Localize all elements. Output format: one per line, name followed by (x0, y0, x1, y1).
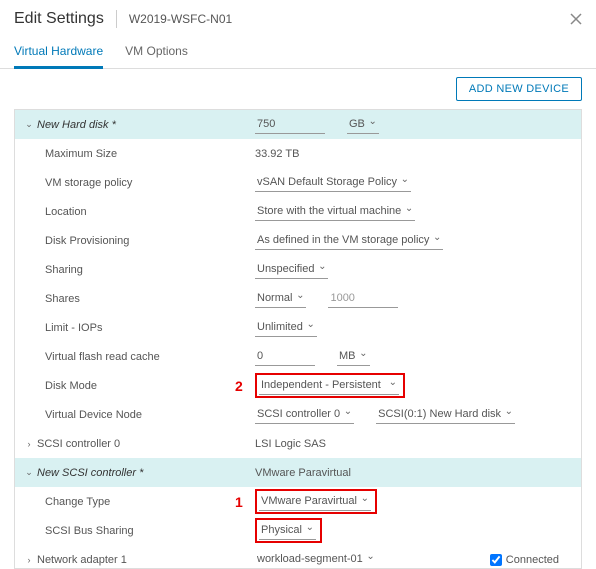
label: SCSI Bus Sharing (45, 525, 134, 537)
row-shares: Shares Normal (15, 284, 581, 313)
section-new-hard-disk[interactable]: ⌄ New Hard disk * GB (15, 110, 581, 139)
value: LSI Logic SAS (255, 438, 326, 450)
row-location: Location Store with the virtual machine (15, 197, 581, 226)
section-label: New SCSI controller * (37, 467, 143, 479)
section-label: New Hard disk * (37, 119, 116, 131)
disk-provisioning-select[interactable]: As defined in the VM storage policy (255, 231, 443, 250)
vfrc-unit-select[interactable]: MB (337, 347, 370, 366)
location-select[interactable]: Store with the virtual machine (255, 202, 415, 221)
label: Location (45, 206, 87, 218)
highlight-change-type: VMware Paravirtual (255, 489, 377, 514)
row-disk-provisioning: Disk Provisioning As defined in the VM s… (15, 226, 581, 255)
chevron-down-icon[interactable]: ⌄ (25, 467, 33, 478)
row-virtual-device-node: Virtual Device Node SCSI controller 0 SC… (15, 400, 581, 429)
row-vm-storage-policy: VM storage policy vSAN Default Storage P… (15, 168, 581, 197)
row-change-type: Change Type 1 VMware Paravirtual (15, 487, 581, 516)
sharing-select[interactable]: Unspecified (255, 260, 328, 279)
annotation-2: 2 (235, 378, 243, 394)
chevron-down-icon[interactable]: ⌄ (25, 119, 33, 130)
change-type-select[interactable]: VMware Paravirtual (259, 492, 371, 511)
row-network-adapter-1[interactable]: › Network adapter 1 workload-segment-01 … (15, 545, 581, 569)
row-sharing: Sharing Unspecified (15, 255, 581, 284)
vdn-disk-select[interactable]: SCSI(0:1) New Hard disk (376, 405, 515, 424)
value: VMware Paravirtual (255, 467, 351, 479)
label: SCSI controller 0 (37, 438, 120, 450)
row-max-size: Maximum Size 33.92 TB (15, 139, 581, 168)
shares-value-input[interactable] (328, 289, 398, 308)
row-scsi-bus-sharing: SCSI Bus Sharing Physical (15, 516, 581, 545)
label: Maximum Size (45, 148, 117, 160)
label: Sharing (45, 264, 83, 276)
disk-size-input[interactable] (255, 115, 325, 134)
label: Virtual flash read cache (45, 351, 160, 363)
network-adapter-select[interactable]: workload-segment-01 (255, 550, 377, 569)
checkbox-label: Connected (506, 554, 559, 566)
section-new-scsi-controller[interactable]: ⌄ New SCSI controller * VMware Paravirtu… (15, 458, 581, 487)
highlight-bus-sharing: Physical (255, 518, 322, 543)
toolbar: ADD NEW DEVICE (0, 69, 596, 109)
edit-settings-dialog: Edit Settings W2019-WSFC-N01 Virtual Har… (0, 0, 596, 567)
dialog-title: Edit Settings (14, 10, 104, 28)
label: Network adapter 1 (37, 554, 127, 566)
disk-size-unit-select[interactable]: GB (347, 115, 379, 134)
annotation-1: 1 (235, 494, 243, 510)
limit-iops-select[interactable]: Unlimited (255, 318, 317, 337)
row-scsi-controller-0[interactable]: › SCSI controller 0 LSI Logic SAS (15, 429, 581, 458)
net-connected-checkbox[interactable]: Connected (490, 554, 559, 566)
label: Shares (45, 293, 80, 305)
settings-panel[interactable]: ⌄ New Hard disk * GB Maximum Size 33.92 … (14, 109, 582, 569)
disk-mode-select[interactable]: Independent - Persistent (259, 376, 399, 395)
value: 33.92 TB (255, 148, 299, 160)
header-divider (116, 10, 117, 28)
row-limit-iops: Limit - IOPs Unlimited (15, 313, 581, 342)
chevron-right-icon[interactable]: › (25, 439, 33, 449)
row-vfrc: Virtual flash read cache MB (15, 342, 581, 371)
label: Disk Mode (45, 380, 97, 392)
dialog-header: Edit Settings W2019-WSFC-N01 (0, 0, 596, 32)
bus-sharing-select[interactable]: Physical (259, 521, 316, 540)
shares-select[interactable]: Normal (255, 289, 306, 308)
tab-virtual-hardware[interactable]: Virtual Hardware (14, 38, 103, 69)
vm-storage-policy-select[interactable]: vSAN Default Storage Policy (255, 173, 411, 192)
label: Change Type (45, 496, 110, 508)
close-icon[interactable] (570, 12, 582, 28)
vm-name: W2019-WSFC-N01 (129, 12, 232, 26)
tabs: Virtual Hardware VM Options (0, 32, 596, 69)
label: Disk Provisioning (45, 235, 129, 247)
vdn-controller-select[interactable]: SCSI controller 0 (255, 405, 354, 424)
row-disk-mode: Disk Mode 2 Independent - Persistent (15, 371, 581, 400)
chevron-right-icon[interactable]: › (25, 555, 33, 565)
tab-vm-options[interactable]: VM Options (125, 38, 188, 68)
label: Limit - IOPs (45, 322, 102, 334)
add-new-device-button[interactable]: ADD NEW DEVICE (456, 77, 582, 101)
label: Virtual Device Node (45, 409, 142, 421)
vfrc-input[interactable] (255, 347, 315, 366)
label: VM storage policy (45, 177, 132, 189)
highlight-disk-mode: Independent - Persistent (255, 373, 405, 398)
checkbox-input[interactable] (490, 554, 502, 566)
